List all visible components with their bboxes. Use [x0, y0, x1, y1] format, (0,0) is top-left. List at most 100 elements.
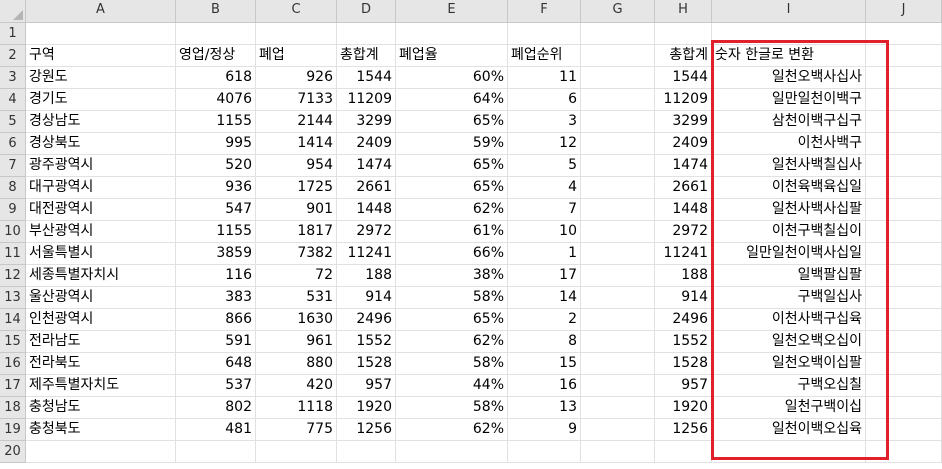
- row-header-10[interactable]: 10: [0, 221, 26, 243]
- cell-f1[interactable]: [508, 23, 581, 45]
- row-header-8[interactable]: 8: [0, 177, 26, 199]
- cell-e3[interactable]: 60%: [396, 67, 508, 89]
- row-header-7[interactable]: 7: [0, 155, 26, 177]
- row-header-2[interactable]: 2: [0, 45, 26, 67]
- cell-a2[interactable]: 구역: [26, 45, 176, 67]
- cell-f8[interactable]: 4: [508, 177, 581, 199]
- cell-h5[interactable]: 3299: [655, 111, 712, 133]
- cell-b16[interactable]: 648: [176, 353, 256, 375]
- cell-b20[interactable]: [176, 441, 256, 463]
- cell-a10[interactable]: 부산광역시: [26, 221, 176, 243]
- row-header-3[interactable]: 3: [0, 67, 26, 89]
- cell-j7[interactable]: [866, 155, 942, 177]
- column-header-h[interactable]: H: [655, 0, 712, 23]
- cell-i13[interactable]: 구백일십사: [712, 287, 866, 309]
- cell-j4[interactable]: [866, 89, 942, 111]
- cell-i17[interactable]: 구백오십칠: [712, 375, 866, 397]
- cell-i4[interactable]: 일만일천이백구: [712, 89, 866, 111]
- cell-h15[interactable]: 1552: [655, 331, 712, 353]
- cell-i9[interactable]: 일천사백사십팔: [712, 199, 866, 221]
- cell-e20[interactable]: [396, 441, 508, 463]
- cell-i1[interactable]: [712, 23, 866, 45]
- cell-i19[interactable]: 일천이백오십육: [712, 419, 866, 441]
- cell-f16[interactable]: 15: [508, 353, 581, 375]
- cell-e10[interactable]: 61%: [396, 221, 508, 243]
- cell-j2[interactable]: [866, 45, 942, 67]
- row-header-13[interactable]: 13: [0, 287, 26, 309]
- row-header-18[interactable]: 18: [0, 397, 26, 419]
- cell-h3[interactable]: 1544: [655, 67, 712, 89]
- cell-j15[interactable]: [866, 331, 942, 353]
- cell-e12[interactable]: 38%: [396, 265, 508, 287]
- cell-d19[interactable]: 1256: [337, 419, 396, 441]
- cell-d18[interactable]: 1920: [337, 397, 396, 419]
- cell-a16[interactable]: 전라북도: [26, 353, 176, 375]
- cell-c1[interactable]: [256, 23, 337, 45]
- cell-a15[interactable]: 전라남도: [26, 331, 176, 353]
- cell-c15[interactable]: 961: [256, 331, 337, 353]
- cell-a11[interactable]: 서울특별시: [26, 243, 176, 265]
- cell-b10[interactable]: 1155: [176, 221, 256, 243]
- cell-i14[interactable]: 이천사백구십육: [712, 309, 866, 331]
- cell-d5[interactable]: 3299: [337, 111, 396, 133]
- cell-d20[interactable]: [337, 441, 396, 463]
- row-header-20[interactable]: 20: [0, 441, 26, 463]
- cell-j18[interactable]: [866, 397, 942, 419]
- cell-h4[interactable]: 11209: [655, 89, 712, 111]
- cell-a7[interactable]: 광주광역시: [26, 155, 176, 177]
- cell-e5[interactable]: 65%: [396, 111, 508, 133]
- cell-c7[interactable]: 954: [256, 155, 337, 177]
- cell-f18[interactable]: 13: [508, 397, 581, 419]
- cell-b19[interactable]: 481: [176, 419, 256, 441]
- cell-f7[interactable]: 5: [508, 155, 581, 177]
- cell-j6[interactable]: [866, 133, 942, 155]
- row-header-5[interactable]: 5: [0, 111, 26, 133]
- cell-g2[interactable]: [581, 45, 655, 67]
- cell-f4[interactable]: 6: [508, 89, 581, 111]
- cell-a9[interactable]: 대전광역시: [26, 199, 176, 221]
- cell-g15[interactable]: [581, 331, 655, 353]
- cell-i2[interactable]: 숫자 한글로 변환: [712, 45, 866, 67]
- cell-h17[interactable]: 957: [655, 375, 712, 397]
- cell-h14[interactable]: 2496: [655, 309, 712, 331]
- cell-f19[interactable]: 9: [508, 419, 581, 441]
- cell-j9[interactable]: [866, 199, 942, 221]
- cell-c4[interactable]: 7133: [256, 89, 337, 111]
- row-header-9[interactable]: 9: [0, 199, 26, 221]
- cell-h9[interactable]: 1448: [655, 199, 712, 221]
- cell-f11[interactable]: 1: [508, 243, 581, 265]
- cell-j14[interactable]: [866, 309, 942, 331]
- cell-d2[interactable]: 총합계: [337, 45, 396, 67]
- cell-b4[interactable]: 4076: [176, 89, 256, 111]
- cell-c14[interactable]: 1630: [256, 309, 337, 331]
- cell-d16[interactable]: 1528: [337, 353, 396, 375]
- cell-c16[interactable]: 880: [256, 353, 337, 375]
- cell-j19[interactable]: [866, 419, 942, 441]
- cell-h7[interactable]: 1474: [655, 155, 712, 177]
- cell-f13[interactable]: 14: [508, 287, 581, 309]
- cell-d13[interactable]: 914: [337, 287, 396, 309]
- cell-b7[interactable]: 520: [176, 155, 256, 177]
- cell-e19[interactable]: 62%: [396, 419, 508, 441]
- cell-b12[interactable]: 116: [176, 265, 256, 287]
- cell-h12[interactable]: 188: [655, 265, 712, 287]
- cell-g5[interactable]: [581, 111, 655, 133]
- cell-j11[interactable]: [866, 243, 942, 265]
- cell-g7[interactable]: [581, 155, 655, 177]
- cell-j13[interactable]: [866, 287, 942, 309]
- cell-b9[interactable]: 547: [176, 199, 256, 221]
- cell-b18[interactable]: 802: [176, 397, 256, 419]
- row-header-15[interactable]: 15: [0, 331, 26, 353]
- cell-j10[interactable]: [866, 221, 942, 243]
- cell-g6[interactable]: [581, 133, 655, 155]
- cell-d7[interactable]: 1474: [337, 155, 396, 177]
- cell-i15[interactable]: 일천오백오십이: [712, 331, 866, 353]
- row-header-12[interactable]: 12: [0, 265, 26, 287]
- cell-e13[interactable]: 58%: [396, 287, 508, 309]
- cell-f9[interactable]: 7: [508, 199, 581, 221]
- cell-j20[interactable]: [866, 441, 942, 463]
- cell-i6[interactable]: 이천사백구: [712, 133, 866, 155]
- cell-i7[interactable]: 일천사백칠십사: [712, 155, 866, 177]
- cell-b6[interactable]: 995: [176, 133, 256, 155]
- cell-c9[interactable]: 901: [256, 199, 337, 221]
